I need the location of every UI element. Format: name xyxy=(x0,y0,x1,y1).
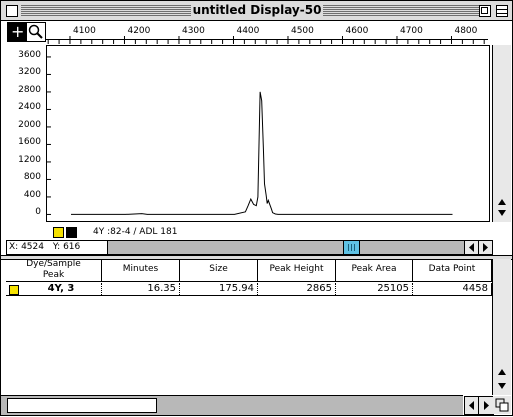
col-header-peak-area[interactable]: Peak Area xyxy=(336,259,413,281)
resize-grip-icon[interactable] xyxy=(493,396,511,414)
ruler-tick-label: 4600 xyxy=(345,26,369,36)
black-dye-swatch[interactable] xyxy=(66,227,77,238)
x-coord-value: 4524 xyxy=(21,242,44,252)
row-yellow-swatch xyxy=(9,285,19,295)
y-coord-label: Y: xyxy=(52,242,61,252)
ruler-tick-label: 4300 xyxy=(181,26,205,36)
cell-minutes: 16.35 xyxy=(102,283,180,295)
title-bar[interactable]: untitled Display-50 xyxy=(1,1,512,21)
y-tick-label: 2000 xyxy=(18,119,41,130)
scroll-up-arrow-icon[interactable] xyxy=(497,197,507,210)
table-scroll-up-arrow-icon[interactable] xyxy=(497,367,507,380)
col-header-label: Peak Height xyxy=(269,264,324,274)
cell-dye-sample-peak: 4Y, 3 xyxy=(21,283,102,295)
ruler-tick-label: 4800 xyxy=(454,26,478,36)
y-coord-value: 616 xyxy=(63,242,81,252)
y-tick-label: 1600 xyxy=(18,137,41,148)
col-header-label: Size xyxy=(209,264,228,274)
trace-line xyxy=(71,91,453,215)
zoom-box[interactable] xyxy=(479,5,491,17)
col-header-dye-sample-peak[interactable]: Dye/Sample Peak xyxy=(6,259,102,281)
y-tick-label: 0 xyxy=(35,207,41,218)
table-scroll-right-arrow-icon[interactable] xyxy=(478,396,494,415)
ruler-tick-label: 4700 xyxy=(399,26,423,36)
sample-label: 4Y :82-4 / ADL 181 xyxy=(93,227,178,237)
cell-peak-height: 2865 xyxy=(258,283,336,295)
table-hscroll-thumb[interactable] xyxy=(7,398,157,413)
col-header-minutes[interactable]: Minutes xyxy=(102,259,180,281)
table-scroll-down-arrow-icon[interactable] xyxy=(497,381,507,394)
collapse-box[interactable] xyxy=(496,5,508,17)
cell-size: 175.94 xyxy=(180,283,258,295)
ruler-tick-label: 4100 xyxy=(72,26,96,36)
scroll-thumb[interactable] xyxy=(343,241,360,254)
y-tick-label: 1200 xyxy=(18,154,41,165)
window-title: untitled Display-50 xyxy=(191,3,323,17)
display-window: untitled Display-50 + 4100 4200 4300 4400 45… xyxy=(0,0,513,416)
x-coord-label: X: xyxy=(9,242,19,252)
col-header-data-point[interactable]: Data Point xyxy=(413,259,492,281)
y-tick-label: 3600 xyxy=(18,49,41,60)
table-vertical-scrollbar[interactable] xyxy=(492,259,511,395)
ruler-tick-label: 4200 xyxy=(127,26,151,36)
y-tick-label: 2800 xyxy=(18,84,41,95)
cell-data-point: 4458 xyxy=(413,283,492,295)
col-header-label: Minutes xyxy=(122,264,159,274)
close-box[interactable] xyxy=(6,5,18,17)
scroll-left-arrow-icon[interactable] xyxy=(464,240,479,255)
yellow-dye-swatch[interactable] xyxy=(53,227,64,238)
ruler-tick-label: 4400 xyxy=(236,26,260,36)
table-horizontal-scrollbar[interactable] xyxy=(1,395,463,415)
col-header-size[interactable]: Size xyxy=(180,259,258,281)
y-tick-label: 800 xyxy=(23,172,41,183)
electropherogram-plot[interactable] xyxy=(46,45,490,222)
col-header-label: Data Point xyxy=(428,264,476,274)
ruler-ticks xyxy=(47,36,485,44)
cell-peak-area: 25105 xyxy=(336,283,413,295)
col-header-peak-height[interactable]: Peak Height xyxy=(258,259,336,281)
col-header-label: Peak Area xyxy=(351,264,397,274)
plot-vertical-scrollbar[interactable] xyxy=(492,45,511,222)
scroll-right-arrow-icon[interactable] xyxy=(478,240,493,255)
y-tick-label: 2400 xyxy=(18,102,41,113)
horizontal-scrollbar[interactable] xyxy=(107,240,465,255)
y-tick-label: 400 xyxy=(23,189,41,200)
trace-svg xyxy=(47,56,453,215)
coordinate-readout: X: 4524 Y: 616 xyxy=(6,240,108,255)
ruler-tick-label: 4500 xyxy=(290,26,314,36)
y-tick-label: 3200 xyxy=(18,67,41,78)
col-header-label: Dye/Sample Peak xyxy=(26,259,81,280)
